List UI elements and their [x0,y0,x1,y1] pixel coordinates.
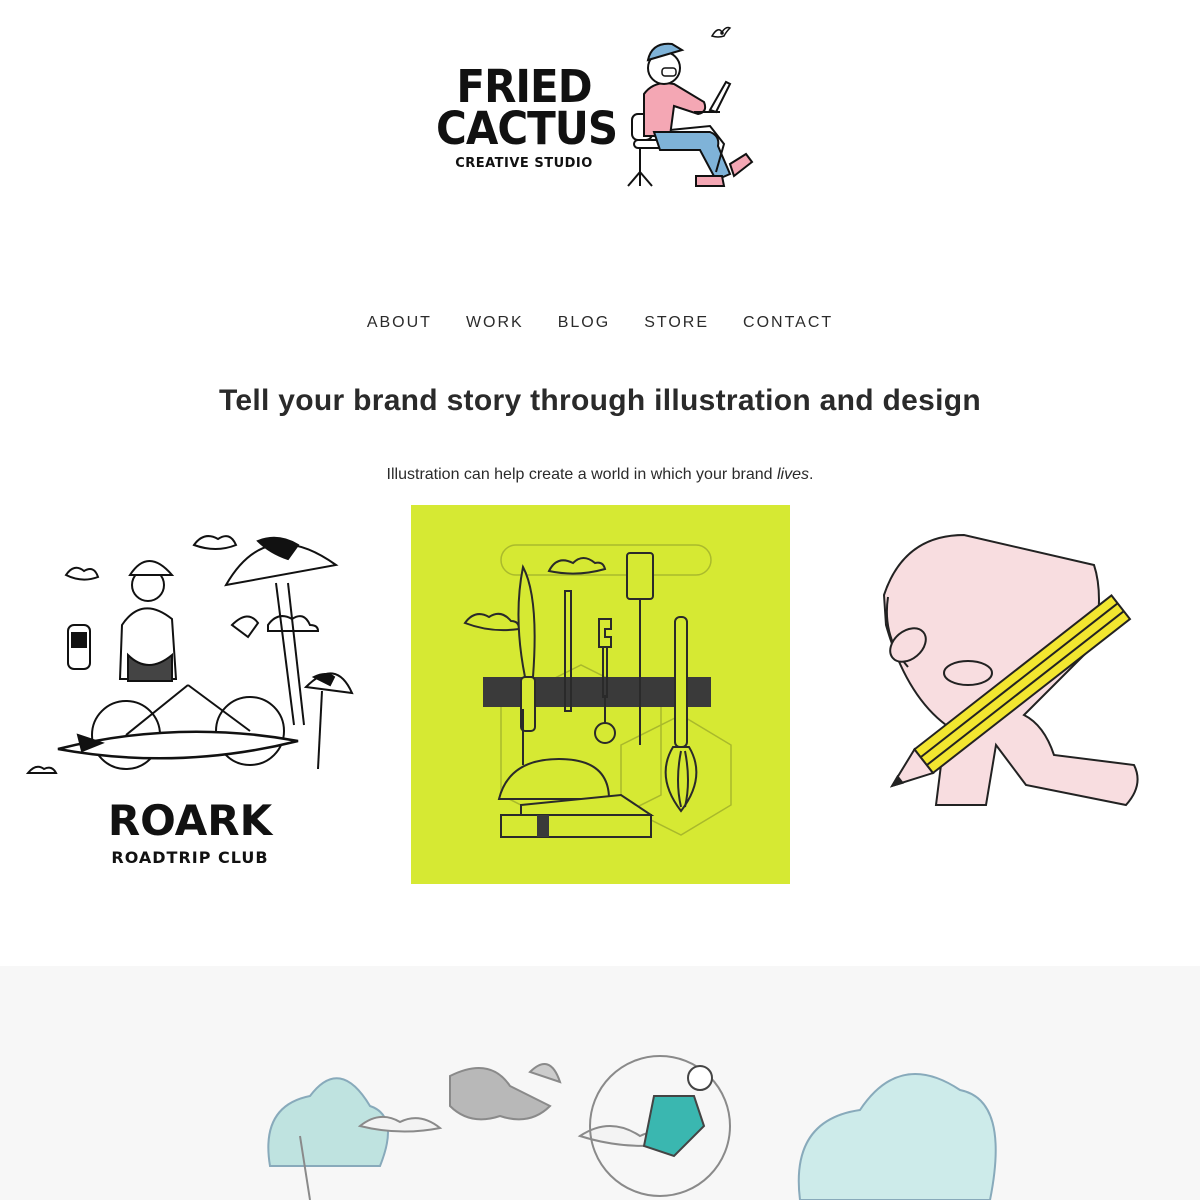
site-logo[interactable]: FRIED CACTUS CREATIVE STUDIO [436,14,776,194]
bottom-illustration-band [0,966,1200,1200]
logo-line-cactus: CACTUS [436,102,618,155]
hero-subline: Illustration can help create a world in … [0,466,1200,484]
roark-sub-text: ROADTRIP CLUB [111,848,268,867]
kitchen-tools-illustration [463,544,732,838]
roark-illustration: ROARK ROADTRIP CLUB [25,535,354,867]
nav-contact-link[interactable]: CONTACT [743,314,833,332]
logo-line-studio: CREATIVE STUDIO [455,156,593,171]
nav-work-link[interactable]: WORK [466,314,524,332]
portfolio-tile-kitchen[interactable] [411,505,790,884]
subline-period: . [809,466,814,483]
nav-about-link[interactable]: ABOUT [367,314,432,332]
hero-headline: Tell your brand story through illustrati… [218,384,982,417]
subline-emphasis: lives [776,466,809,483]
roark-logo-text: ROARK [108,796,274,845]
nav-store-link[interactable]: STORE [644,314,709,332]
park-scene-illustration [267,1055,997,1200]
bird-icon [710,26,732,38]
portfolio-tile-roark[interactable]: ROARK ROADTRIP CLUB [18,505,397,884]
portfolio-tile-pencil[interactable] [804,505,1183,884]
nav-blog-link[interactable]: BLOG [558,314,610,332]
main-nav: ABOUT WORK BLOG STORE CONTACT [0,314,1200,332]
mascot-illustration [627,26,754,187]
logo-wordmark: FRIED CACTUS CREATIVE STUDIO [436,64,618,171]
subline-text: Illustration can help create a world in … [386,466,777,483]
hand-pencil-illustration [882,533,1139,807]
